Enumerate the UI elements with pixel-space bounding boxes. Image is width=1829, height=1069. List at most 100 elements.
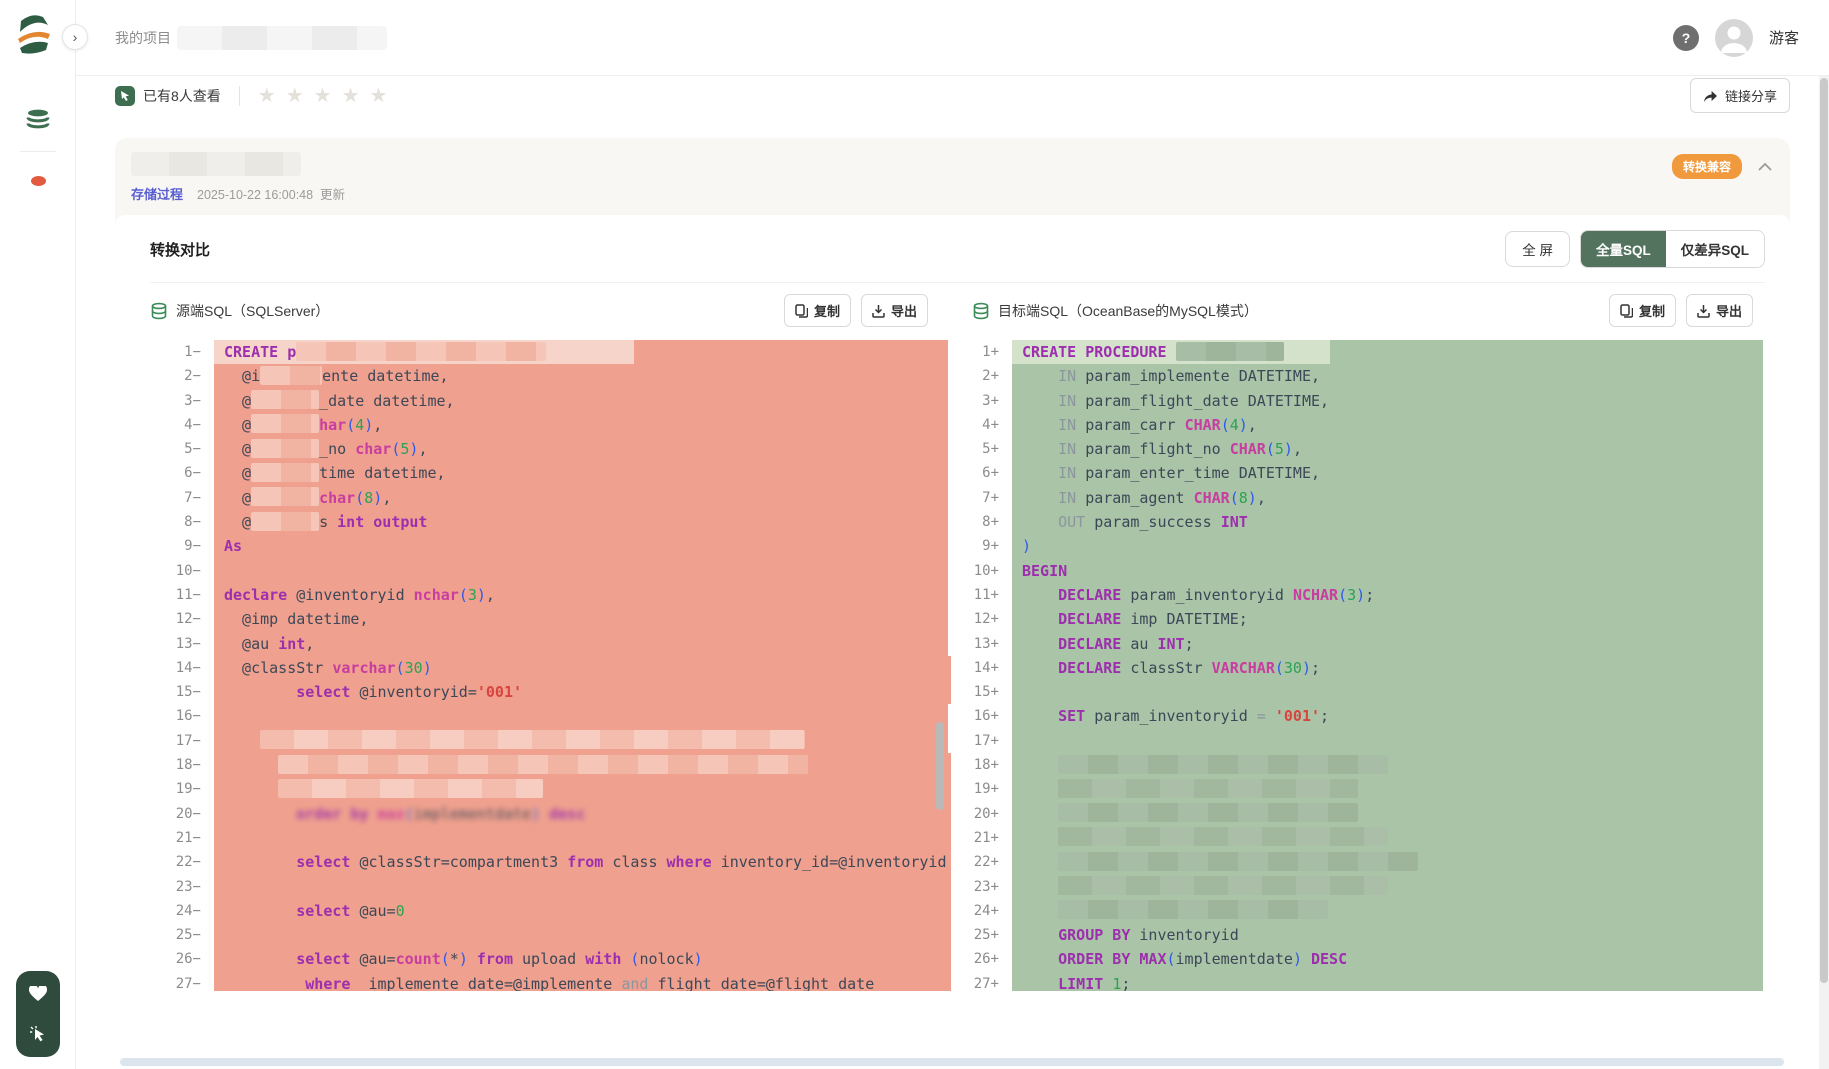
sidebar-collapse-button[interactable]: ›	[62, 24, 88, 50]
code-line: 5− @_no char(5),	[150, 437, 948, 461]
redacted-code-blur	[260, 366, 322, 385]
share-link-button[interactable]: 链接分享	[1690, 78, 1790, 113]
page-scrollbar-track[interactable]	[1819, 76, 1829, 1069]
line-number: 6−	[150, 461, 214, 485]
code-text: declare @inventoryid nchar(3),	[214, 583, 948, 607]
line-number: 2+	[948, 364, 1012, 388]
source-pane-scrollbar[interactable]	[936, 722, 944, 810]
code-text: IN param_flight_no CHAR(5),	[1012, 437, 1763, 461]
compare-title: 转换对比	[150, 239, 210, 260]
page-scrollbar-thumb[interactable]	[1820, 78, 1828, 983]
code-text: IN param_flight_date DATETIME,	[1012, 389, 1763, 413]
line-number: 20−	[150, 802, 214, 826]
line-number: 16+	[948, 704, 1012, 728]
star-icon[interactable]: ★	[286, 86, 304, 106]
redacted-code-blur	[296, 342, 546, 361]
code-line: 21+	[948, 826, 1763, 850]
copy-icon	[1620, 304, 1633, 318]
code-text: IN param_carr CHAR(4),	[1012, 413, 1763, 437]
star-icon[interactable]: ★	[314, 86, 332, 106]
code-line: 17+	[948, 729, 1763, 753]
target-sql-title: 目标端SQL（OceanBase的MySQL模式）	[998, 301, 1258, 321]
user-name[interactable]: 游客	[1769, 27, 1799, 48]
export-icon	[1697, 304, 1710, 318]
code-line: 15− select @inventoryid='001'	[150, 680, 948, 704]
code-text	[214, 753, 948, 777]
database-nav-icon[interactable]	[25, 108, 51, 137]
viewers-text: 已有8人查看	[143, 86, 221, 106]
line-number: 4+	[948, 413, 1012, 437]
database-icon	[150, 302, 168, 320]
redacted-code-blur	[251, 390, 319, 409]
line-number: 14−	[150, 656, 214, 680]
export-target-button[interactable]: 导出	[1686, 294, 1753, 327]
code-text: IN param_enter_time DATETIME,	[1012, 461, 1763, 485]
line-number: 27+	[948, 972, 1012, 991]
line-number: 12−	[150, 607, 214, 631]
code-line: 13+ DECLARE au INT;	[948, 632, 1763, 656]
pointer-click-icon[interactable]	[23, 1019, 53, 1049]
line-number: 9+	[948, 534, 1012, 558]
compat-status-badge: 转换兼容	[1672, 154, 1742, 179]
line-number: 27−	[150, 972, 214, 991]
line-number: 19+	[948, 777, 1012, 801]
line-number: 20+	[948, 802, 1012, 826]
code-text: )	[1012, 534, 1763, 558]
code-line: 2− @iente datetime,	[150, 364, 948, 388]
sql-view-segmented-control: 全量SQL 仅差异SQL	[1580, 230, 1765, 268]
star-rating[interactable]: ★ ★ ★ ★ ★	[239, 86, 388, 106]
code-line: 26+ ORDER BY MAX(implementdate) DESC	[948, 947, 1763, 971]
line-number: 26+	[948, 947, 1012, 971]
code-text	[1012, 875, 1763, 899]
code-text: @imp datetime,	[214, 607, 948, 631]
star-icon[interactable]: ★	[258, 86, 276, 106]
copy-source-button[interactable]: 复制	[784, 294, 851, 327]
share-arrow-icon	[1703, 89, 1718, 103]
redacted-code-blur	[251, 439, 319, 458]
logo-leaf-top	[20, 15, 48, 32]
code-line: 14− @classStr varchar(30)	[150, 656, 948, 680]
code-line: 27+ LIMIT 1;	[948, 972, 1763, 991]
redacted-code-blur	[1058, 876, 1388, 895]
fullscreen-button[interactable]: 全 屏	[1505, 231, 1570, 267]
code-text: OUT param_success INT	[1012, 510, 1763, 534]
code-line: 11+ DECLARE param_inventoryid NCHAR(3);	[948, 583, 1763, 607]
code-text	[214, 826, 948, 850]
code-text	[1012, 826, 1763, 850]
code-text: @iente datetime,	[214, 364, 948, 388]
notification-dot-icon[interactable]	[31, 176, 46, 186]
export-source-button[interactable]: 导出	[861, 294, 928, 327]
line-number: 21−	[150, 826, 214, 850]
redacted-code-blur	[251, 487, 319, 506]
code-line: 9+)	[948, 534, 1763, 558]
target-sql-header: 目标端SQL（OceanBase的MySQL模式） 复制	[948, 294, 1763, 327]
code-line: 19−	[150, 777, 948, 801]
segment-diff-only-sql[interactable]: 仅差异SQL	[1666, 231, 1764, 267]
app-logo-icon[interactable]	[12, 12, 56, 56]
code-text: @au int,	[214, 632, 948, 656]
line-number: 3−	[150, 389, 214, 413]
star-icon[interactable]: ★	[342, 86, 360, 106]
code-text: BEGIN	[1012, 559, 1763, 583]
logo-leaf-mid	[18, 32, 50, 43]
chevron-up-icon[interactable]	[1758, 162, 1772, 171]
help-icon[interactable]: ?	[1673, 25, 1699, 51]
horizontal-scrollbar[interactable]	[120, 1058, 1784, 1066]
favorite-heart-icon[interactable]	[23, 979, 53, 1009]
breadcrumb[interactable]: 我的项目	[115, 28, 171, 48]
topbar: 我的项目 ? 游客	[76, 0, 1829, 76]
code-line: 24− select @au=0	[150, 899, 948, 923]
line-number: 22−	[150, 850, 214, 874]
redacted-code-blur	[1058, 755, 1388, 774]
redacted-code-blur	[251, 512, 319, 531]
code-line: 6+ IN param_enter_time DATETIME,	[948, 461, 1763, 485]
segment-full-sql[interactable]: 全量SQL	[1581, 231, 1666, 267]
star-icon[interactable]: ★	[370, 86, 388, 106]
export-icon	[872, 304, 885, 318]
avatar[interactable]	[1715, 19, 1753, 57]
copy-target-button[interactable]: 复制	[1609, 294, 1676, 327]
code-line: 16−	[150, 704, 948, 728]
code-text: GROUP BY inventoryid	[1012, 923, 1763, 947]
code-text: @_date datetime,	[214, 389, 948, 413]
code-text: select @inventoryid='001'	[214, 680, 948, 704]
